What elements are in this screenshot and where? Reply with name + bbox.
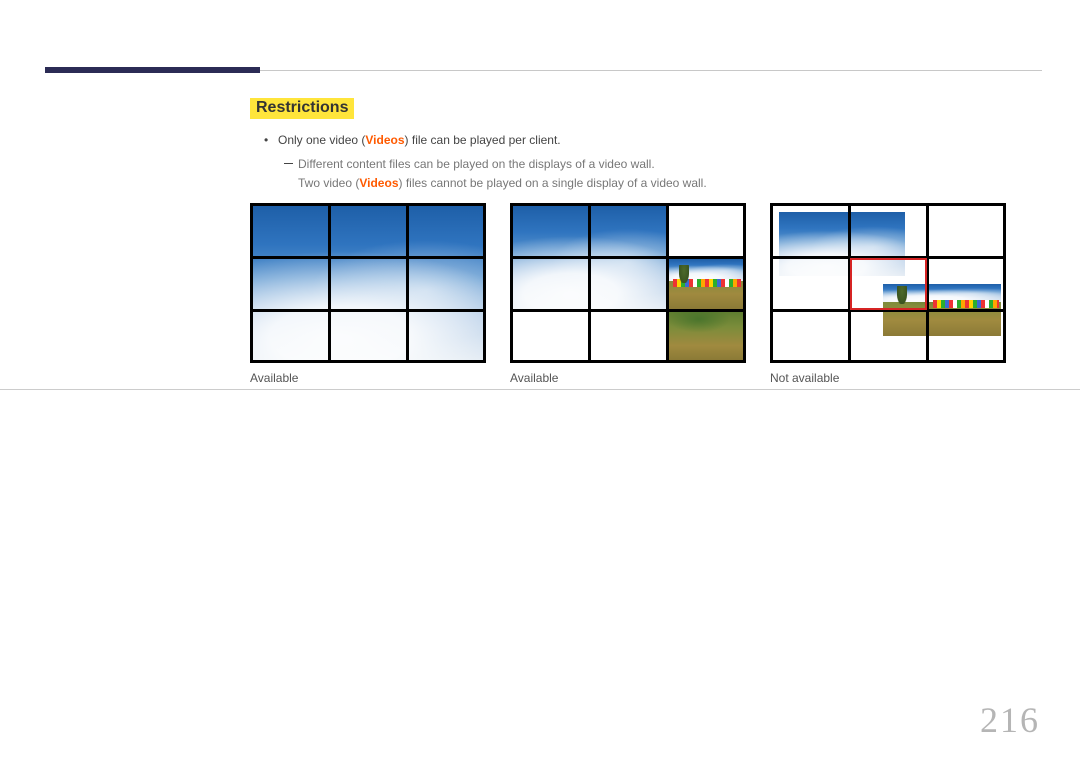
- caption-2: Available: [510, 371, 746, 385]
- grid-line: [666, 206, 669, 360]
- bush-icon: [679, 265, 689, 283]
- bullet-accent-word: Videos: [365, 133, 404, 147]
- videowall-3: [770, 203, 1006, 363]
- grid-line: [513, 256, 743, 259]
- grid-line: [513, 309, 743, 312]
- caption-3: Not available: [770, 371, 1006, 385]
- dash-text: Different content files can be played on…: [298, 155, 1042, 193]
- dash-line1: Different content files can be played on…: [298, 157, 655, 171]
- dash-item: Different content files can be played on…: [284, 155, 1042, 193]
- field-image: [669, 312, 743, 360]
- videowall-2: [510, 203, 746, 363]
- captions-row: Available Available Not available: [250, 371, 1042, 385]
- grid-line: [588, 206, 591, 360]
- bush-icon: [897, 286, 907, 304]
- flags-strip: [933, 300, 999, 308]
- bullet-marker: •: [264, 131, 278, 149]
- figure-1: [250, 203, 486, 363]
- bullet-text: Only one video (Videos) file can be play…: [278, 131, 1042, 149]
- grid-line: [253, 256, 483, 259]
- grid-line: [848, 206, 851, 360]
- grid-line: [926, 206, 929, 360]
- grid-line: [253, 309, 483, 312]
- dash-line2-accent: Videos: [359, 176, 398, 190]
- dash-line2-part2: ) files cannot be played on a single dis…: [399, 176, 707, 190]
- main-content: Restrictions • Only one video (Videos) f…: [250, 98, 1042, 385]
- figure-3: [770, 203, 1006, 363]
- figure-2: [510, 203, 746, 363]
- grid-line: [406, 206, 409, 360]
- grid-line: [773, 309, 1003, 312]
- dash-line2-part1: Two video (: [298, 176, 359, 190]
- dash-marker: [284, 155, 298, 193]
- grid-line: [773, 256, 1003, 259]
- bullet-text-part1: Only one video (: [278, 133, 365, 147]
- bullet-item: • Only one video (Videos) file can be pl…: [264, 131, 1042, 149]
- figures-row: [250, 203, 1042, 363]
- sky-image: [253, 206, 483, 360]
- page-number: 216: [980, 699, 1040, 741]
- caption-1: Available: [250, 371, 486, 385]
- header-accent-bar: [45, 67, 260, 73]
- grid-line: [328, 206, 331, 360]
- field-image: [669, 259, 743, 309]
- bullet-text-part2: ) file can be played per client.: [405, 133, 561, 147]
- section-title: Restrictions: [250, 98, 354, 119]
- videowall-1: [250, 203, 486, 363]
- sky-image: [779, 212, 905, 276]
- caption-rule: [0, 389, 1080, 390]
